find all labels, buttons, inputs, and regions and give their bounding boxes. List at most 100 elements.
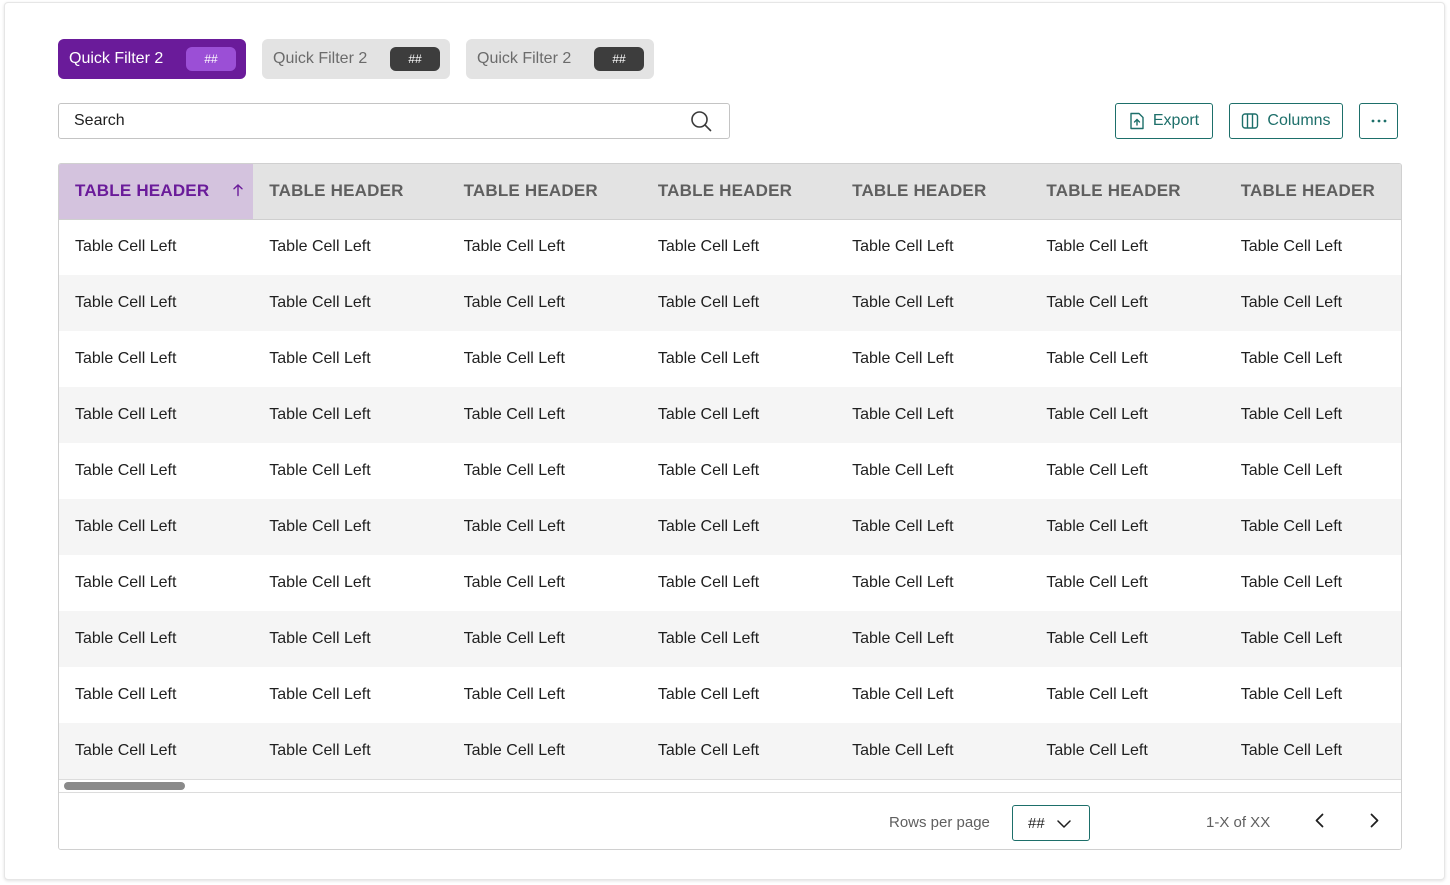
column-header-7[interactable]: TABLE HEADER xyxy=(1224,164,1401,220)
table-cell: Table Cell Left xyxy=(59,499,254,555)
table-cell: Table Cell Left xyxy=(1030,387,1225,443)
table-cell: Table Cell Left xyxy=(447,499,642,555)
table-row[interactable]: Table Cell Left Table Cell Left Table Cell… xyxy=(59,387,1401,443)
column-header-label: TABLE HEADER xyxy=(75,180,210,200)
table-cell: Table Cell Left xyxy=(447,387,642,443)
table-cell: Table Cell Left xyxy=(641,667,837,723)
table-cell: Table Cell Left xyxy=(641,723,837,779)
table-cell: Table Cell Left xyxy=(641,443,837,499)
table-cell: Table Cell Left xyxy=(1030,331,1225,387)
table-row[interactable]: Table Cell Left Table Cell Left Table Cell… xyxy=(59,331,1401,387)
table-cell: Table Cell Left xyxy=(1224,387,1401,443)
table-cell: Table Cell Left xyxy=(641,555,837,611)
table-cell: Table Cell Left xyxy=(1224,611,1401,667)
table-body: Table Cell Left Table Cell Left Table Cell… xyxy=(59,219,1401,779)
table-row[interactable]: Table Cell Left Table Cell Left Table Cell… xyxy=(59,499,1401,555)
table-cell: Table Cell Left xyxy=(253,331,448,387)
columns-icon xyxy=(1241,112,1259,130)
search-input[interactable] xyxy=(59,104,689,138)
rows-per-page-select[interactable]: ## xyxy=(1012,805,1090,841)
column-header-5[interactable]: TABLE HEADER xyxy=(836,164,1031,220)
columns-button[interactable]: Columns xyxy=(1229,103,1343,139)
table-cell: Table Cell Left xyxy=(1030,723,1225,779)
table-row[interactable]: Table Cell Left Table Cell Left Table Cell… xyxy=(59,555,1401,611)
table-cell: Table Cell Left xyxy=(447,331,642,387)
table-cell: Table Cell Left xyxy=(447,219,642,275)
table-cell: Table Cell Left xyxy=(641,219,837,275)
table-cell: Table Cell Left xyxy=(641,611,837,667)
next-page-button[interactable] xyxy=(1362,811,1386,835)
table-cell: Table Cell Left xyxy=(447,611,642,667)
table-row[interactable]: Table Cell Left Table Cell Left Table Cell… xyxy=(59,611,1401,667)
quick-filter-label: Quick Filter 2 xyxy=(477,50,572,67)
table-cell: Table Cell Left xyxy=(447,723,642,779)
table-row[interactable]: Table Cell Left Table Cell Left Table Cell… xyxy=(59,667,1401,723)
quick-filter-chip-3[interactable]: Quick Filter 2 ## xyxy=(466,39,654,79)
previous-page-button[interactable] xyxy=(1307,811,1331,835)
table-cell: Table Cell Left xyxy=(641,275,837,331)
table-cell: Table Cell Left xyxy=(836,499,1031,555)
table-cell: Table Cell Left xyxy=(836,443,1031,499)
table-cell: Table Cell Left xyxy=(1224,499,1401,555)
search-box xyxy=(58,103,730,139)
column-header-6[interactable]: TABLE HEADER xyxy=(1030,164,1225,220)
table-cell: Table Cell Left xyxy=(1224,219,1401,275)
table-cell: Table Cell Left xyxy=(447,275,642,331)
quick-filter-count-badge: ## xyxy=(594,47,644,71)
table-cell: Table Cell Left xyxy=(836,331,1031,387)
table-cell: Table Cell Left xyxy=(1224,723,1401,779)
table-cell: Table Cell Left xyxy=(1224,667,1401,723)
table-row[interactable]: Table Cell Left Table Cell Left Table Cell… xyxy=(59,443,1401,499)
table-cell: Table Cell Left xyxy=(641,499,837,555)
table-cell: Table Cell Left xyxy=(1030,443,1225,499)
quick-filter-count-badge: ## xyxy=(186,47,236,71)
column-header-4[interactable]: TABLE HEADER xyxy=(641,164,837,220)
table-cell: Table Cell Left xyxy=(836,219,1031,275)
table-cell: Table Cell Left xyxy=(447,555,642,611)
table-cell: Table Cell Left xyxy=(253,667,448,723)
chevron-right-icon xyxy=(1370,813,1379,833)
rows-per-page-value: ## xyxy=(1028,814,1045,832)
quick-filters: Quick Filter 2 ## Quick Filter 2 ## Quic… xyxy=(58,39,654,79)
table-cell: Table Cell Left xyxy=(253,723,448,779)
export-button[interactable]: Export xyxy=(1115,103,1213,139)
search-icon[interactable] xyxy=(689,109,713,133)
column-header-3[interactable]: TABLE HEADER xyxy=(447,164,642,220)
table-cell: Table Cell Left xyxy=(59,275,254,331)
sort-ascending-icon[interactable] xyxy=(232,182,244,202)
more-horizontal-icon xyxy=(1370,118,1388,124)
table-cell: Table Cell Left xyxy=(836,387,1031,443)
table-pagination-footer: Rows per page ## 1-X of XX xyxy=(59,793,1401,849)
chevron-down-icon xyxy=(1056,815,1071,832)
table-cell: Table Cell Left xyxy=(1224,331,1401,387)
table-grid: TABLE HEADER TABLE HEADER TABLE HEADER T… xyxy=(59,164,1401,779)
table-cell: Table Cell Left xyxy=(253,611,448,667)
table-row[interactable]: Table Cell Left Table Cell Left Table Cell… xyxy=(59,275,1401,331)
table-cell: Table Cell Left xyxy=(253,499,448,555)
quick-filter-label: Quick Filter 2 xyxy=(273,50,368,67)
quick-filter-chip-1[interactable]: Quick Filter 2 ## xyxy=(58,39,246,79)
table-cell: Table Cell Left xyxy=(641,331,837,387)
table-cell: Table Cell Left xyxy=(59,331,254,387)
horizontal-scrollbar[interactable] xyxy=(59,779,1401,793)
chevron-left-icon xyxy=(1315,813,1324,833)
table-cell: Table Cell Left xyxy=(836,667,1031,723)
data-table: TABLE HEADER TABLE HEADER TABLE HEADER T… xyxy=(58,163,1402,850)
table-cell: Table Cell Left xyxy=(836,555,1031,611)
quick-filter-count-badge: ## xyxy=(390,47,440,71)
column-header-1[interactable]: TABLE HEADER xyxy=(59,164,254,220)
table-cell: Table Cell Left xyxy=(59,555,254,611)
table-cell: Table Cell Left xyxy=(59,723,254,779)
scrollbar-thumb[interactable] xyxy=(64,782,185,790)
rows-per-page-label: Rows per page xyxy=(889,814,990,831)
more-options-button[interactable] xyxy=(1359,103,1398,139)
table-cell: Table Cell Left xyxy=(59,443,254,499)
column-header-2[interactable]: TABLE HEADER xyxy=(253,164,448,220)
table-cell: Table Cell Left xyxy=(253,219,448,275)
table-row[interactable]: Table Cell Left Table Cell Left Table Cell… xyxy=(59,219,1401,275)
data-table-card: Quick Filter 2 ## Quick Filter 2 ## Quic… xyxy=(4,2,1445,880)
table-cell: Table Cell Left xyxy=(59,611,254,667)
table-row[interactable]: Table Cell Left Table Cell Left Table Cell… xyxy=(59,723,1401,779)
quick-filter-chip-2[interactable]: Quick Filter 2 ## xyxy=(262,39,450,79)
table-cell: Table Cell Left xyxy=(1224,555,1401,611)
